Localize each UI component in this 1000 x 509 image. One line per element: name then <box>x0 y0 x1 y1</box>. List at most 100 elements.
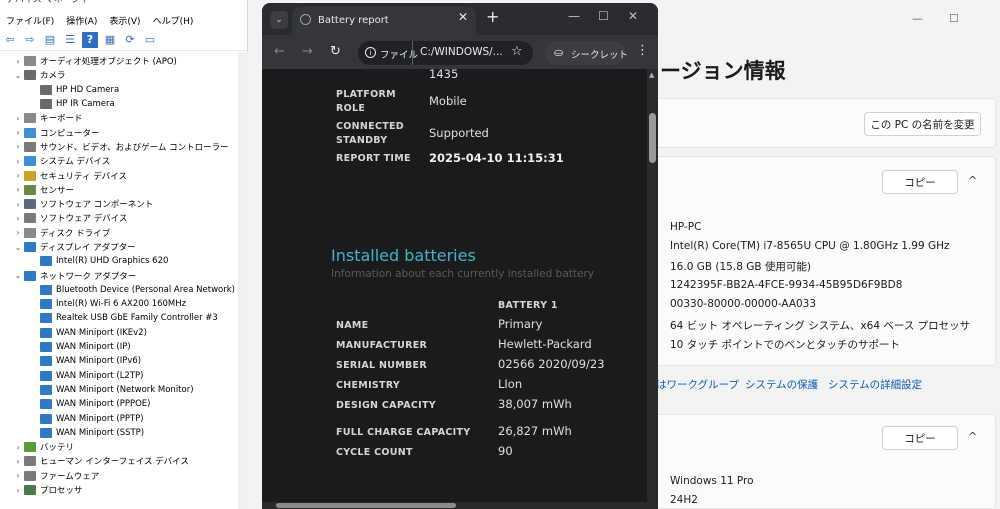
tree-device[interactable]: Bluetooth Device (Personal Area Network) <box>0 283 238 297</box>
chevron-right-icon[interactable]: › <box>12 457 24 466</box>
chevron-right-icon[interactable]: › <box>12 486 24 495</box>
tree-device[interactable]: Intel(R) Wi-Fi 6 AX200 160MHz <box>0 297 238 311</box>
tree-device[interactable]: WAN Miniport (IP) <box>0 340 238 354</box>
kebab-menu-icon[interactable]: ⋮ <box>636 43 649 58</box>
bookmark-star-icon[interactable]: ☆ <box>511 44 523 59</box>
tree-category[interactable]: › ソフトウェア コンポーネント <box>0 197 238 211</box>
tree-device[interactable]: WAN Miniport (SSTP) <box>0 426 238 440</box>
copy-button[interactable]: コピー <box>882 170 958 194</box>
network-icon <box>40 299 52 310</box>
network-icon <box>40 370 52 381</box>
chevron-right-icon[interactable]: › <box>12 214 24 223</box>
tree-category[interactable]: › システム デバイス <box>0 154 238 168</box>
tree-device[interactable]: HP IR Camera <box>0 97 238 111</box>
chevron-up-icon[interactable]: ^ <box>968 174 977 187</box>
chevron-up-icon[interactable]: ^ <box>968 430 977 443</box>
forward-icon[interactable]: → <box>302 44 313 59</box>
chevron-right-icon[interactable]: › <box>12 128 24 137</box>
tree-category[interactable]: › コンピューター <box>0 125 238 139</box>
advanced-system-settings-link[interactable]: システムの詳細設定 <box>828 377 922 392</box>
tree-category[interactable]: › セキュリティ デバイス <box>0 168 238 182</box>
label-report-time: REPORT TIME <box>336 153 411 164</box>
vertical-scroll-thumb[interactable] <box>649 113 656 163</box>
software-component-icon <box>24 199 36 210</box>
tree-device[interactable]: WAN Miniport (PPTP) <box>0 411 238 425</box>
tab-search-icon[interactable]: ⌄ <box>270 11 288 29</box>
chevron-right-icon[interactable]: › <box>12 185 24 194</box>
menu-file[interactable]: ファイル(F) <box>0 14 60 27</box>
tree-category[interactable]: › プロセッサ <box>0 483 238 497</box>
tree-label: ディスク ドライブ <box>40 228 111 239</box>
chevron-right-icon[interactable]: › <box>12 171 24 180</box>
spec-device-name: HP-PC <box>670 221 702 233</box>
chevron-down-icon[interactable]: ⌄ <box>12 243 24 252</box>
chevron-right-icon[interactable]: › <box>12 443 24 452</box>
tree-category[interactable]: › オーディオ処理オブジェクト (APO) <box>0 54 238 68</box>
tree-category[interactable]: › サウンド、ビデオ、およびゲーム コントローラー <box>0 140 238 154</box>
close-tab-icon[interactable]: ✕ <box>458 10 468 24</box>
back-arrow-icon[interactable]: ⇦ <box>2 32 18 48</box>
maximize-icon[interactable]: ☐ <box>598 9 609 23</box>
chevron-right-icon[interactable]: › <box>12 228 24 237</box>
tree-label: ヒューマン インターフェイス デバイス <box>40 457 189 468</box>
info-icon[interactable]: i <box>365 47 376 58</box>
chevron-right-icon[interactable]: › <box>12 57 24 66</box>
tree-category[interactable]: › ソフトウェア デバイス <box>0 211 238 225</box>
tree-category[interactable]: › ヒューマン インターフェイス デバイス <box>0 454 238 468</box>
minimize-icon[interactable]: — <box>568 9 580 23</box>
tree-category[interactable]: › センサー <box>0 183 238 197</box>
tree-category[interactable]: › ディスク ドライブ <box>0 226 238 240</box>
tree-label: ソフトウェア コンポーネント <box>40 200 154 211</box>
chevron-down-icon[interactable]: ⌄ <box>12 71 24 80</box>
new-tab-icon[interactable]: + <box>486 7 499 26</box>
chevron-down-icon[interactable]: ⌄ <box>12 271 24 280</box>
tree-device[interactable]: WAN Miniport (IPv6) <box>0 354 238 368</box>
tree-device[interactable]: HP HD Camera <box>0 83 238 97</box>
update-driver-icon[interactable]: ⟳ <box>122 32 138 48</box>
tree-device[interactable]: Realtek USB GbE Family Controller #3 <box>0 311 238 325</box>
tree-device[interactable]: WAN Miniport (Network Monitor) <box>0 383 238 397</box>
menu-view[interactable]: 表示(V) <box>103 14 146 27</box>
tree-device[interactable]: WAN Miniport (PPPOE) <box>0 397 238 411</box>
forward-arrow-icon[interactable]: ⇨ <box>22 32 38 48</box>
chevron-right-icon[interactable]: › <box>12 142 24 151</box>
horizontal-scroll-thumb[interactable] <box>276 503 456 508</box>
tree-category[interactable]: › キーボード <box>0 111 238 125</box>
close-window-icon[interactable]: ✕ <box>628 9 638 23</box>
help-icon[interactable]: ? <box>82 31 98 48</box>
tree-category[interactable]: › バッテリ <box>0 440 238 454</box>
chevron-right-icon[interactable]: › <box>12 157 24 166</box>
chevron-right-icon[interactable]: › <box>12 200 24 209</box>
rename-pc-button[interactable]: この PC の名前を変更 <box>864 112 981 136</box>
scan-hardware-icon[interactable]: ▭ <box>142 32 158 48</box>
camera-icon <box>24 70 36 81</box>
tree-device[interactable]: WAN Miniport (IKEv2) <box>0 326 238 340</box>
tree-device[interactable]: Intel(R) UHD Graphics 620 <box>0 254 238 268</box>
tree-category[interactable]: ⌄ ディスプレイ アダプター <box>0 240 238 254</box>
system-protection-link[interactable]: システムの保護 <box>745 377 818 392</box>
back-icon[interactable]: ← <box>274 44 285 59</box>
firmware-icon <box>24 470 36 481</box>
tree-label: WAN Miniport (IPv6) <box>56 356 142 367</box>
resources-icon[interactable]: ▦ <box>102 32 118 48</box>
tree-device[interactable]: WAN Miniport (L2TP) <box>0 369 238 383</box>
minimize-icon[interactable]: — <box>912 12 923 25</box>
system-device-icon <box>24 156 36 167</box>
menu-action[interactable]: 操作(A) <box>60 14 103 27</box>
chevron-right-icon[interactable]: › <box>12 114 24 123</box>
menu-help[interactable]: ヘルプ(H) <box>147 14 200 27</box>
properties-icon[interactable]: ▤ <box>42 32 58 48</box>
tree-category[interactable]: ⌄ ネットワーク アダプター <box>0 268 238 282</box>
scrollbar[interactable] <box>238 52 248 509</box>
list-icon[interactable]: ☰ <box>62 32 78 48</box>
value-chemistry: LIon <box>498 377 523 391</box>
maximize-icon[interactable]: ☐ <box>949 12 959 25</box>
workgroup-link[interactable]: はワークグループ <box>656 377 739 392</box>
tree-category[interactable]: › ファームウェア <box>0 469 238 483</box>
reload-icon[interactable]: ↻ <box>330 44 341 59</box>
copy-button-windows[interactable]: コピー <box>882 426 958 450</box>
scroll-up-icon[interactable]: ▲ <box>649 71 654 79</box>
chevron-right-icon[interactable]: › <box>12 471 24 480</box>
spec-system-type: 64 ビット オペレーティング システム、x64 ベース プロセッサ <box>670 320 971 332</box>
tree-category[interactable]: ⌄ カメラ <box>0 68 238 82</box>
